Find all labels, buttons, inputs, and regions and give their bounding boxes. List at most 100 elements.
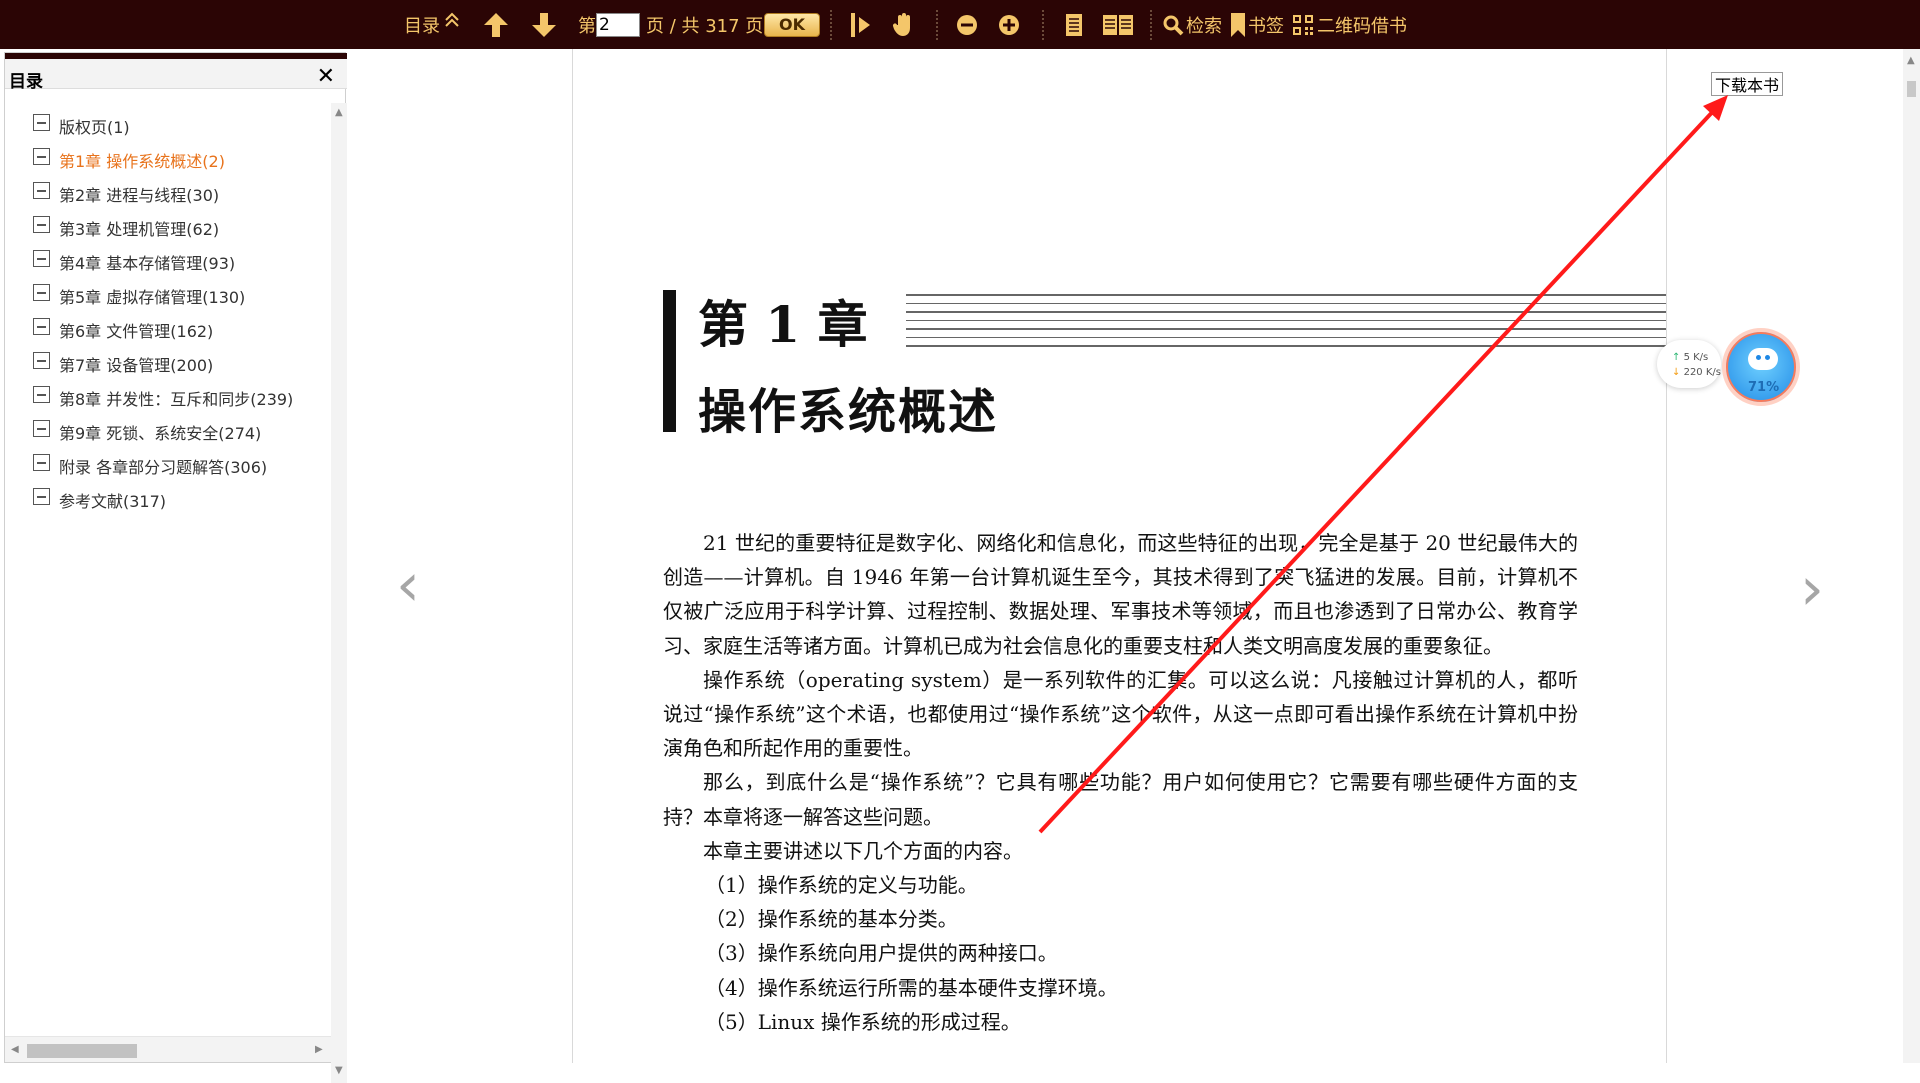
collapse-box-icon[interactable] [33, 284, 50, 301]
toc-item[interactable]: 第8章 并发性：互斥和同步(239) [33, 381, 293, 415]
toolbar-divider [936, 10, 940, 40]
toc-panel-title: 目录 [9, 72, 43, 92]
toc-item[interactable]: 第3章 处理机管理(62) [33, 211, 293, 245]
collapse-box-icon[interactable] [33, 488, 50, 505]
search-button[interactable]: 检索 [1162, 0, 1222, 49]
toc-hscroll-thumb[interactable] [27, 1044, 137, 1058]
download-speed-text: 220 K/s [1683, 367, 1721, 378]
toc-item-label: 参考文献(317) [59, 492, 167, 511]
upload-speed-text: 5 K/s [1683, 352, 1709, 363]
toc-item[interactable]: 第9章 死锁、系统安全(274) [33, 415, 293, 449]
qr-borrow-button[interactable]: 二维码借书 [1292, 0, 1407, 49]
body-paragraph: 那么，到底什么是“操作系统”？它具有哪些功能？用户如何使用它？它需要有哪些硬件方… [663, 770, 1578, 829]
scroll-down-icon[interactable]: ▼ [335, 1065, 343, 1076]
accelerator-ball-icon[interactable]: 71% [1722, 328, 1800, 406]
scroll-up-icon[interactable]: ▲ [335, 107, 343, 118]
toc-item[interactable]: 参考文献(317) [33, 483, 293, 517]
collapse-box-icon[interactable] [33, 454, 50, 471]
toc-vertical-scrollbar[interactable]: ▲ ▼ [331, 103, 347, 1083]
text-select-button[interactable] [848, 0, 874, 49]
toc-item[interactable]: 第7章 设备管理(200) [33, 347, 293, 381]
toc-item[interactable]: 第6章 文件管理(162) [33, 313, 293, 347]
pan-tool-button[interactable] [890, 0, 916, 49]
toc-item-label: 附录 各章部分习题解答(306) [59, 458, 268, 477]
main-vertical-scrollbar[interactable]: ▲ [1903, 49, 1920, 1063]
text-select-icon [851, 12, 870, 37]
body-list-item: （5）Linux 操作系统的形成过程。 [705, 1009, 1021, 1034]
zoom-in-icon [999, 14, 1019, 35]
bookmark-button[interactable]: 书签 [1230, 0, 1284, 49]
toc-item[interactable]: 第4章 基本存储管理(93) [33, 245, 293, 279]
collapse-box-icon[interactable] [33, 114, 50, 131]
scroll-right-icon[interactable]: ▶ [315, 1044, 323, 1055]
toc-item[interactable]: 第5章 虚拟存储管理(130) [33, 279, 293, 313]
body-paragraph: 操作系统（operating system）是一系列软件的汇集。可以这么说：凡接… [663, 667, 1578, 761]
chapter-decor-lines [906, 294, 1666, 356]
ball-percent: 71% [1748, 380, 1780, 395]
main-vscroll-thumb[interactable] [1907, 81, 1916, 97]
single-page-button[interactable] [1064, 0, 1084, 49]
zoom-out-button[interactable] [956, 0, 978, 49]
collapse-box-icon[interactable] [33, 250, 50, 267]
body-list-item: （4）操作系统运行所需的基本硬件支撑环境。 [705, 975, 1118, 1000]
next-page-arrow-icon[interactable]: › [1800, 554, 1824, 624]
toc-item[interactable]: 附录 各章部分习题解答(306) [33, 449, 293, 483]
search-label: 检索 [1186, 15, 1222, 37]
scroll-left-icon[interactable]: ◀ [11, 1044, 19, 1055]
toc-item-label: 第3章 处理机管理(62) [59, 220, 220, 239]
toc-item-label: 第2章 进程与线程(30) [59, 186, 220, 205]
download-speed: ↓ 220 K/s [1672, 365, 1721, 380]
search-icon [1163, 15, 1184, 35]
body-list-item: （3）操作系统向用户提供的两种接口。 [705, 941, 1058, 966]
toc-item[interactable]: 第2章 进程与线程(30) [33, 177, 293, 211]
collapse-box-icon[interactable] [33, 216, 50, 233]
upload-speed: ↑ 5 K/s [1672, 350, 1721, 365]
top-toolbar: 目录 第 页 / 共 317 页 OK [0, 0, 1920, 49]
collapse-box-icon[interactable] [33, 182, 50, 199]
toc-item-label: 第1章 操作系统概述(2) [59, 152, 225, 171]
collapse-box-icon[interactable] [33, 148, 50, 165]
zoom-out-icon [957, 14, 977, 35]
bookmark-icon [1231, 12, 1245, 37]
go-page-ok-button[interactable]: OK [764, 12, 820, 37]
chapter-title: 操作系统概述 [698, 384, 999, 440]
toc-item-label: 第6章 文件管理(162) [59, 322, 214, 341]
prev-page-button[interactable] [482, 0, 510, 49]
toc-item-label: 第9章 死锁、系统安全(274) [59, 424, 262, 443]
page-number-input[interactable] [596, 12, 640, 37]
arrow-down-icon [532, 12, 556, 37]
close-icon[interactable]: ✕ [317, 64, 335, 89]
toc-panel-header: 目录 ✕ [5, 59, 347, 92]
next-page-button[interactable] [530, 0, 558, 49]
body-paragraph: 21 世纪的重要特征是数字化、网络化和信息化，而这些特征的出现，完全是基于 20… [663, 531, 1578, 658]
toolbar-divider [1042, 10, 1046, 40]
toc-toggle[interactable]: 目录 [404, 0, 460, 49]
download-book-button[interactable]: 下载本书 [1711, 72, 1783, 96]
chapter-number: 第 1 章 [698, 295, 868, 354]
chapter-side-bar [663, 290, 676, 432]
collapse-up-icon[interactable] [444, 10, 460, 32]
scroll-up-icon[interactable]: ▲ [1907, 55, 1915, 66]
toc-item-active[interactable]: 第1章 操作系统概述(2) [33, 143, 293, 177]
arrow-up-small-icon: ↑ [1672, 352, 1681, 363]
prev-page-arrow-icon[interactable]: ‹ [396, 550, 420, 620]
toc-item[interactable]: 版权页(1) [33, 109, 293, 143]
arrow-down-small-icon: ↓ [1672, 367, 1681, 378]
toolbar-divider [1150, 10, 1154, 40]
collapse-box-icon[interactable] [33, 318, 50, 335]
double-page-icon [1103, 14, 1133, 35]
double-page-button[interactable] [1102, 0, 1134, 49]
bookmark-label: 书签 [1248, 15, 1284, 37]
toc-item-label: 第7章 设备管理(200) [59, 356, 214, 375]
body-list-item: （1）操作系统的定义与功能。 [705, 873, 978, 898]
page-total-text: 页 / 共 317 页 [646, 15, 764, 37]
collapse-box-icon[interactable] [33, 352, 50, 369]
collapse-box-icon[interactable] [33, 386, 50, 403]
toc-list: 版权页(1) 第1章 操作系统概述(2) 第2章 进程与线程(30) 第3章 处… [33, 109, 293, 517]
collapse-box-icon[interactable] [33, 420, 50, 437]
zoom-in-button[interactable] [998, 0, 1020, 49]
toc-horizontal-scrollbar[interactable]: ◀ ▶ [5, 1036, 331, 1062]
toc-item-label: 第4章 基本存储管理(93) [59, 254, 236, 273]
toc-toggle-label: 目录 [404, 15, 440, 37]
network-speed-widget[interactable]: ↑ 5 K/s ↓ 220 K/s [1657, 340, 1721, 388]
